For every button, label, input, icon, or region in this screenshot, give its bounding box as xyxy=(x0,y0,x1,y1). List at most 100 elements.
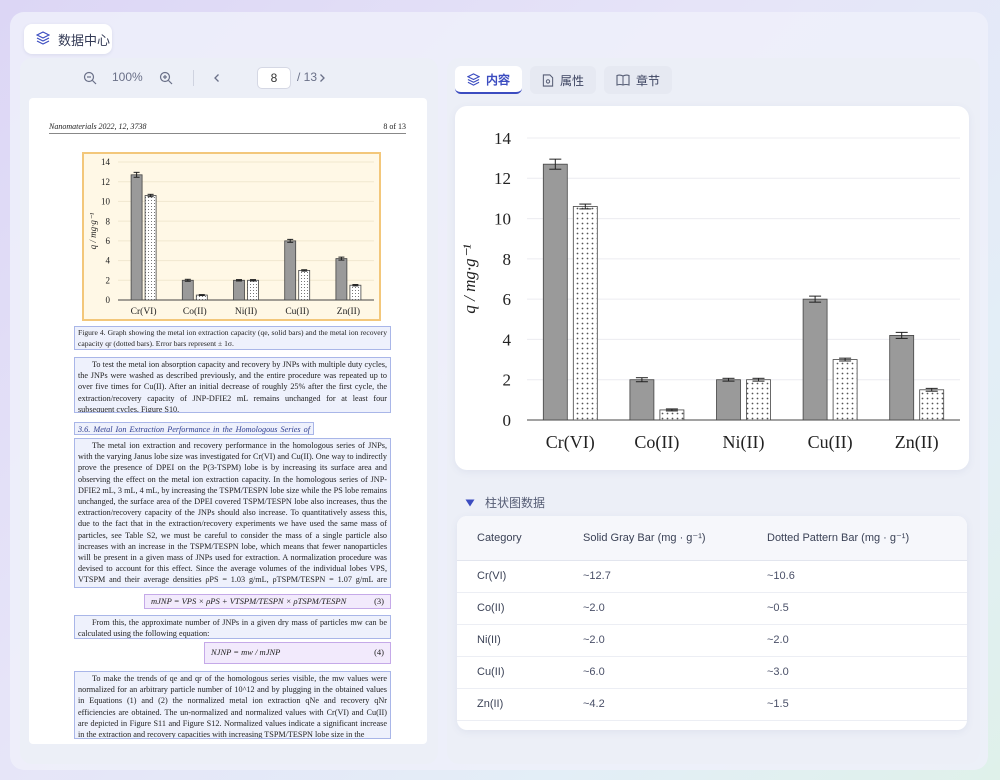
zoom-out-icon xyxy=(83,71,97,85)
equation-3-text: mJNP = VPS × ρPS + VTSPM/TESPN × ρTSPM/T… xyxy=(151,595,347,606)
y-tick-label: 6 xyxy=(106,236,111,246)
header-category: Category xyxy=(457,516,563,561)
cell-category: Ni(II) xyxy=(457,624,563,657)
data-table: Category Solid Gray Bar (mg · g⁻¹) Dotte… xyxy=(457,516,967,721)
figure-caption[interactable]: Figure 4. Graph showing the metal ion ex… xyxy=(74,326,391,350)
table-row[interactable]: Zn(II) ~4.2 ~1.5 xyxy=(457,688,967,721)
bar xyxy=(832,359,858,421)
table-row[interactable]: Cr(VI) ~12.7 ~10.6 xyxy=(457,560,967,593)
bar xyxy=(233,279,245,301)
zoom-out-button[interactable] xyxy=(80,68,100,88)
layers-icon xyxy=(35,30,51,48)
x-tick-label: Cr(VI) xyxy=(546,432,595,453)
inspector-tabs: 内容 属性 章节 xyxy=(455,66,673,96)
tab-content[interactable]: 内容 xyxy=(455,66,523,94)
bar xyxy=(802,298,828,421)
cell-dotted-value: ~10.6 xyxy=(747,560,967,593)
prev-page-button[interactable] xyxy=(207,68,227,88)
page-header: Nanomaterials 2022, 12, 3738 8 of 13 xyxy=(49,122,406,131)
zoom-in-button[interactable] xyxy=(156,68,176,88)
y-tick-label: 6 xyxy=(503,290,512,309)
header-rule xyxy=(49,133,406,134)
paragraph-1[interactable]: To test the metal ion absorption capacit… xyxy=(74,357,391,413)
bar xyxy=(247,279,259,301)
bar xyxy=(572,206,598,421)
file-icon xyxy=(542,73,554,87)
x-tick-label: Cr(VI) xyxy=(131,306,157,317)
bar xyxy=(659,409,685,421)
bar xyxy=(335,258,348,301)
y-tick-label: 12 xyxy=(101,177,110,187)
main-bar-chart: 0 2 4 6 8 10 12 14 q / mg·g⁻¹ Cr(VI) Co(II) Ni(II) C… xyxy=(460,129,960,453)
toolbar-divider xyxy=(193,70,194,86)
section-heading[interactable]: 3.6. Metal Ion Extraction Performance in… xyxy=(74,422,314,435)
y-tick-label: 2 xyxy=(106,275,111,285)
layers-icon xyxy=(467,72,480,86)
table-row[interactable]: Ni(II) ~2.0 ~2.0 xyxy=(457,624,967,657)
tab-content-label: 内容 xyxy=(486,72,511,87)
x-tick-label: Zn(II) xyxy=(337,306,360,317)
next-page-button[interactable] xyxy=(312,68,332,88)
chevron-left-icon xyxy=(214,74,219,82)
bar xyxy=(298,270,311,301)
equation-3-number: (3) xyxy=(374,595,384,606)
x-tick-label: Ni(II) xyxy=(723,432,765,453)
cell-solid-value: ~12.7 xyxy=(563,560,747,593)
x-tick-label: Co(II) xyxy=(634,432,679,453)
page-indicator: 8 of 13 xyxy=(383,122,406,131)
book-icon xyxy=(616,74,630,86)
bar xyxy=(130,174,143,301)
bar xyxy=(144,195,157,301)
journal-citation: Nanomaterials 2022, 12, 3738 xyxy=(49,122,147,131)
paragraph-4[interactable]: To make the trends of qe and qr of the h… xyxy=(74,671,391,739)
cell-solid-value: ~2.0 xyxy=(563,624,747,657)
y-tick-label: 0 xyxy=(106,295,111,305)
y-tick-label: 14 xyxy=(101,157,111,167)
data-table-card: Category Solid Gray Bar (mg · g⁻¹) Dotte… xyxy=(457,516,967,730)
cell-solid-value: ~2.0 xyxy=(563,592,747,625)
cell-dotted-value: ~1.5 xyxy=(747,688,967,721)
equation-4[interactable]: NJNP = mw / mJNP (4) xyxy=(204,642,391,664)
tab-chapters[interactable]: 章节 xyxy=(604,66,673,94)
bar xyxy=(746,379,771,421)
zoom-level: 100% xyxy=(112,70,143,84)
viewer-toolbar: 100% 8 / 13 xyxy=(20,58,438,98)
table-row[interactable]: Cu(II) ~6.0 ~3.0 xyxy=(457,656,967,689)
x-tick-label: Co(II) xyxy=(183,306,207,317)
equation-3[interactable]: mJNP = VPS × ρPS + VTSPM/TESPN × ρTSPM/T… xyxy=(144,594,391,609)
cell-dotted-value: ~2.0 xyxy=(747,624,967,657)
cell-category: Cu(II) xyxy=(457,656,563,689)
bar xyxy=(716,379,741,421)
y-tick-label: 4 xyxy=(106,256,111,266)
cell-category: Cr(VI) xyxy=(457,560,563,593)
figure-highlight[interactable]: 0 2 4 6 8 10 12 14 q / mg·g⁻¹ Cr(VI) Co(II) Ni(II) C… xyxy=(82,152,381,321)
paragraph-2[interactable]: The metal ion extraction and recovery pe… xyxy=(74,438,391,588)
document-page: Nanomaterials 2022, 12, 3738 8 of 13 0 2 4… xyxy=(29,98,427,744)
caret-down-icon xyxy=(465,499,475,506)
x-tick-label: Ni(II) xyxy=(235,306,257,317)
cell-solid-value: ~6.0 xyxy=(563,656,747,689)
y-tick-label: 12 xyxy=(494,169,511,188)
tab-properties[interactable]: 属性 xyxy=(530,66,597,94)
data-center-tab[interactable]: 数据中心 xyxy=(24,24,112,54)
cell-solid-value: ~4.2 xyxy=(563,688,747,721)
y-tick-label: 0 xyxy=(503,411,512,430)
y-axis-label: q / mg·g⁻¹ xyxy=(88,212,98,249)
bar xyxy=(284,240,297,301)
bar xyxy=(181,279,194,301)
inspector-panel: 内容 属性 章节 0 2 4 6 8 10 12 14 q / mg·g⁻¹ Cr(VI) Co(I… xyxy=(447,58,980,764)
paragraph-3[interactable]: From this, the approximate number of JNP… xyxy=(74,615,391,639)
zoom-in-icon xyxy=(159,71,173,85)
page-number-input[interactable]: 8 xyxy=(257,67,291,89)
bar xyxy=(629,379,655,421)
bar xyxy=(919,389,945,421)
table-row[interactable]: Co(II) ~2.0 ~0.5 xyxy=(457,592,967,625)
tab-chapters-label: 章节 xyxy=(636,73,661,88)
section-title-label: 柱状图数据 xyxy=(485,496,546,510)
header-dotted: Dotted Pattern Bar (mg · g⁻¹) xyxy=(747,516,967,561)
y-tick-label: 8 xyxy=(106,216,111,226)
y-axis-label: q / mg·g⁻¹ xyxy=(460,244,479,313)
chart-data-section-header[interactable]: 柱状图数据 xyxy=(465,494,545,511)
y-tick-label: 2 xyxy=(503,371,512,390)
tab-properties-label: 属性 xyxy=(560,73,585,88)
